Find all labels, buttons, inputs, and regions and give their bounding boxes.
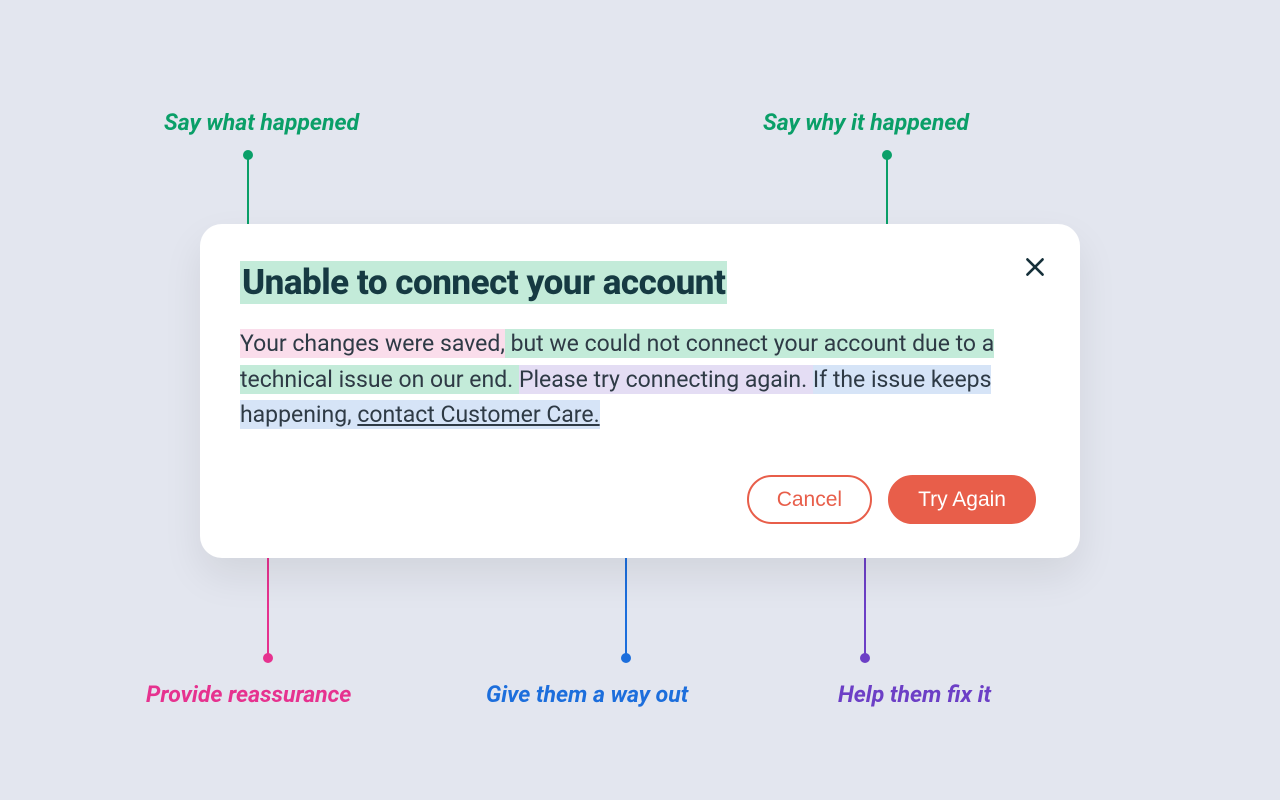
annotation-fix-it: Help them fix it	[838, 681, 991, 709]
try-again-button[interactable]: Try Again	[888, 475, 1036, 524]
annotation-way-out: Give them a way out	[486, 681, 688, 709]
connector-dot	[860, 653, 870, 663]
dialog-actions: Cancel Try Again	[240, 475, 1036, 524]
annotation-reassurance: Provide reassurance	[146, 681, 351, 709]
error-dialog: Unable to connect your account Your chan…	[200, 224, 1080, 558]
connector-dot	[263, 653, 273, 663]
annotation-what-happened: Say what happened	[164, 109, 359, 137]
connector-dot	[621, 653, 631, 663]
dialog-title: Unable to connect your account	[240, 261, 727, 304]
cancel-button[interactable]: Cancel	[747, 475, 872, 524]
dialog-body: Your changes were saved, but we could no…	[240, 326, 1036, 433]
body-fix: Please try connecting again.	[519, 365, 813, 394]
close-icon[interactable]	[1022, 254, 1048, 280]
contact-customer-care-link[interactable]: contact Customer Care.	[357, 401, 599, 428]
annotation-why-happened: Say why it happened	[763, 109, 969, 137]
body-reassurance: Your changes were saved,	[240, 329, 505, 358]
